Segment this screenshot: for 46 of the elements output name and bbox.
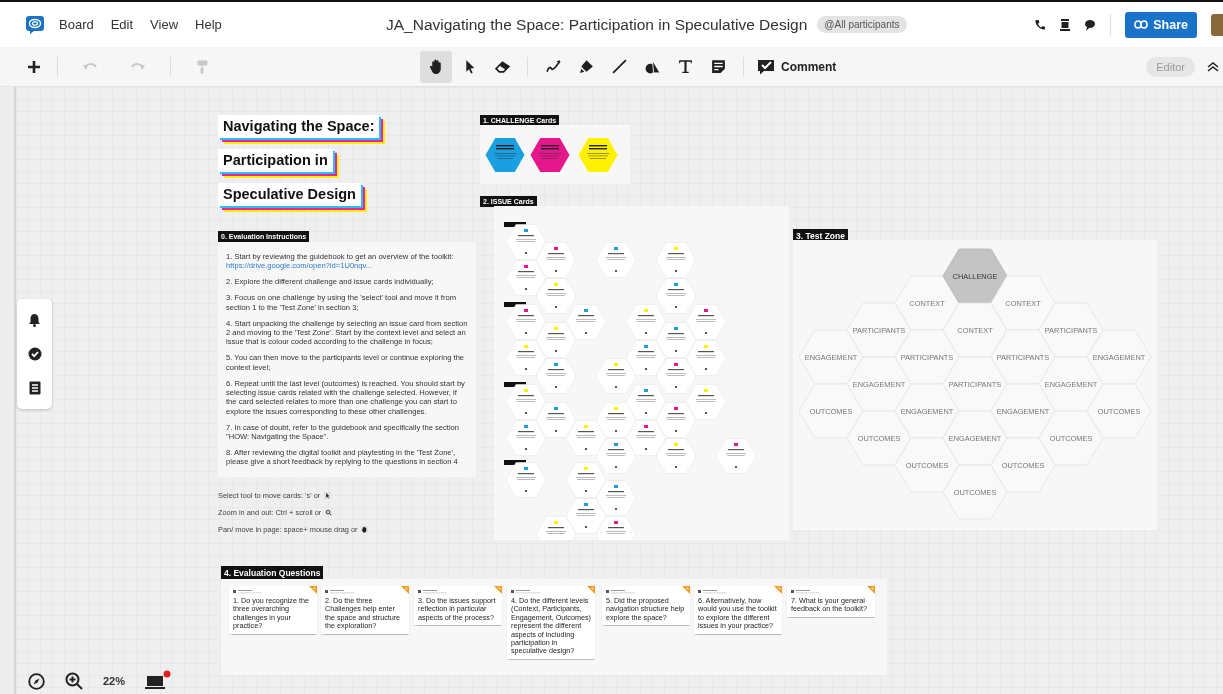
- hand-icon: [361, 525, 369, 533]
- avatar[interactable]: [1211, 13, 1223, 36]
- zoom-level[interactable]: 22%: [103, 675, 126, 687]
- marker-icon: [577, 58, 595, 75]
- editor-badge: Editor: [1146, 56, 1195, 77]
- share-button[interactable]: Share: [1125, 11, 1197, 38]
- comment-button[interactable]: Comment: [753, 58, 841, 75]
- challenge-card[interactable]: [485, 138, 525, 172]
- plus-icon[interactable]: [27, 59, 41, 74]
- laptop-icon[interactable]: [145, 670, 172, 692]
- menu-item[interactable]: Edit: [110, 17, 134, 32]
- board-title: JA_Navigating the Space: Participation in Speculative Design: [386, 15, 808, 34]
- comment-flag-icon: [682, 586, 690, 594]
- menu-item[interactable]: Board: [59, 17, 94, 32]
- chat-icon[interactable]: [1084, 18, 1097, 31]
- section-label: 4. Evaluation Questions: [221, 566, 324, 580]
- link-icon: [1134, 20, 1149, 29]
- comment-flag-icon: [774, 586, 782, 594]
- comment-flag-icon: [494, 586, 502, 594]
- audience-chip[interactable]: @All participants: [817, 16, 907, 33]
- list-icon[interactable]: [28, 381, 41, 395]
- tool-button[interactable]: [420, 50, 452, 83]
- comment-flag-icon: [587, 586, 595, 594]
- bell-icon[interactable]: [28, 313, 41, 327]
- text-tool-icon: [676, 58, 694, 75]
- pointer-icon: [324, 491, 332, 499]
- collapse-icon[interactable]: [1207, 60, 1219, 73]
- menu-item[interactable]: Help: [195, 17, 222, 32]
- comment-flag-icon: [401, 586, 409, 594]
- comment-flag-icon: [867, 586, 875, 594]
- compass-icon[interactable]: [28, 672, 45, 690]
- check-circle-icon[interactable]: [27, 347, 42, 361]
- menu-item[interactable]: View: [150, 17, 179, 32]
- line-icon: [610, 58, 628, 75]
- challenge-card[interactable]: [530, 138, 570, 172]
- phone-icon[interactable]: [1034, 18, 1047, 31]
- zoom-icon: [325, 508, 333, 516]
- challenge-card[interactable]: [578, 138, 618, 172]
- comment-icon: [757, 58, 775, 75]
- zoom-in-icon[interactable]: [65, 672, 83, 690]
- note-icon: [709, 58, 727, 75]
- comment-flag-icon: [309, 586, 317, 594]
- app-logo-icon[interactable]: [26, 15, 44, 34]
- eraser-icon: [493, 58, 511, 75]
- pen-icon: [544, 58, 562, 75]
- shapes-icon: [643, 58, 661, 75]
